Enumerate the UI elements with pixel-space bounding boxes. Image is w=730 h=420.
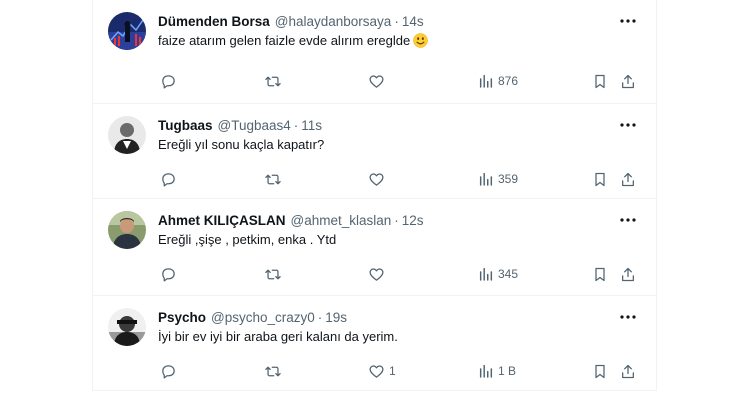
like-button[interactable]	[368, 170, 389, 188]
tweet-text: Ereğli ,şişe , petkim, enka . Ytd	[158, 232, 337, 247]
tweet-text: İyi bir ev iyi bir araba geri kalanı da …	[158, 329, 398, 344]
reply-button[interactable]	[160, 265, 181, 283]
share-icon	[622, 364, 634, 378]
like-icon	[369, 267, 384, 281]
bookmark-icon	[595, 172, 605, 186]
reply-icon	[162, 364, 175, 379]
retweet-icon	[265, 269, 281, 279]
share-button[interactable]	[620, 170, 636, 188]
view-count: 876	[498, 74, 519, 88]
views-icon	[479, 364, 493, 378]
share-button[interactable]	[620, 72, 636, 90]
author-name[interactable]: Tugbaas	[158, 118, 213, 133]
author-name[interactable]: Psycho	[158, 310, 206, 325]
timestamp[interactable]: 12s	[402, 213, 424, 228]
tweet[interactable]: Tugbaas @Tugbaas4 · 11s Ereğli yıl sonu …	[93, 104, 656, 199]
more-dots-icon[interactable]	[618, 116, 638, 134]
tweet[interactable]: Psycho @psycho_crazy0 · 19s İyi bir ev i…	[93, 296, 656, 390]
tweet-header: Psycho @psycho_crazy0 · 19s	[158, 308, 347, 326]
tweet-text: faize atarım gelen faizle evde alırım er…	[158, 33, 428, 48]
tweet-actions: 345	[158, 265, 642, 283]
retweet-button[interactable]	[264, 170, 286, 188]
view-count: 345	[498, 267, 519, 281]
views-icon	[479, 172, 493, 186]
author-handle[interactable]: @psycho_crazy0	[211, 310, 315, 325]
like-button[interactable]	[368, 265, 389, 283]
views-button[interactable]: 345	[478, 265, 518, 283]
views-icon	[479, 74, 493, 88]
separator-dot: ·	[293, 117, 299, 133]
avatar[interactable]	[108, 211, 146, 249]
author-name[interactable]: Ahmet KILIÇASLAN	[158, 213, 286, 228]
smiling-face-emoji-icon	[413, 33, 428, 48]
tweet-header: Tugbaas @Tugbaas4 · 11s	[158, 116, 322, 134]
retweet-button[interactable]	[264, 362, 286, 380]
avatar[interactable]	[108, 116, 146, 154]
retweet-icon	[265, 366, 281, 376]
retweet-icon	[265, 174, 281, 184]
tweet-actions: 876	[158, 72, 642, 90]
timestamp[interactable]: 14s	[402, 14, 424, 29]
retweet-button[interactable]	[264, 265, 286, 283]
author-handle[interactable]: @Tugbaas4	[218, 118, 291, 133]
share-button[interactable]	[620, 362, 636, 380]
bookmark-icon	[595, 267, 605, 281]
share-icon	[622, 267, 634, 281]
share-button[interactable]	[620, 265, 636, 283]
author-handle[interactable]: @ahmet_klaslan	[291, 213, 392, 228]
retweet-icon	[265, 76, 281, 86]
retweet-button[interactable]	[264, 72, 286, 90]
separator-dot: ·	[394, 212, 399, 228]
views-button[interactable]: 876	[478, 72, 518, 90]
views-button[interactable]: 1 B	[478, 362, 516, 380]
avatar[interactable]	[108, 12, 146, 50]
like-button[interactable]	[368, 72, 389, 90]
like-icon	[369, 172, 384, 186]
reply-button[interactable]	[160, 72, 181, 90]
bookmark-button[interactable]	[592, 72, 608, 90]
share-icon	[622, 172, 634, 186]
views-button[interactable]: 359	[478, 170, 518, 188]
tweet-feed: Dümenden Borsa @halaydanborsaya · 14s fa…	[92, 0, 657, 391]
author-handle[interactable]: @halaydanborsaya	[275, 14, 392, 29]
tweet[interactable]: Ahmet KILIÇASLAN @ahmet_klaslan · 12s Er…	[93, 199, 656, 296]
reply-icon	[162, 267, 175, 282]
tweet-header: Ahmet KILIÇASLAN @ahmet_klaslan · 12s	[158, 211, 424, 229]
tweet-actions: 359	[158, 170, 642, 188]
tweet-actions: 1 1 B	[158, 362, 642, 380]
separator-dot: ·	[394, 13, 399, 29]
bookmark-button[interactable]	[592, 265, 608, 283]
tweet-header: Dümenden Borsa @halaydanborsaya · 14s	[158, 12, 424, 30]
bookmark-icon	[595, 74, 605, 88]
view-count: 1 B	[498, 364, 517, 378]
views-icon	[479, 267, 493, 281]
reply-icon	[162, 74, 175, 89]
tweet-text: Ereğli yıl sonu kaçla kapatır?	[158, 137, 325, 152]
more-dots-icon[interactable]	[618, 211, 638, 229]
separator-dot: ·	[317, 309, 323, 325]
reply-icon	[162, 172, 175, 187]
view-count: 359	[498, 172, 519, 186]
like-button[interactable]: 1	[368, 362, 396, 380]
timestamp[interactable]: 11s	[301, 118, 322, 133]
bookmark-icon	[595, 364, 605, 378]
more-dots-icon[interactable]	[618, 12, 638, 30]
bookmark-button[interactable]	[592, 362, 608, 380]
timestamp[interactable]: 19s	[325, 310, 347, 325]
reply-button[interactable]	[160, 170, 181, 188]
avatar[interactable]	[108, 308, 146, 346]
reply-button[interactable]	[160, 362, 181, 380]
bookmark-button[interactable]	[592, 170, 608, 188]
tweet[interactable]: Dümenden Borsa @halaydanborsaya · 14s fa…	[93, 0, 656, 104]
like-count: 1	[389, 364, 396, 378]
author-name[interactable]: Dümenden Borsa	[158, 14, 270, 29]
like-icon	[369, 74, 384, 88]
share-icon	[622, 74, 634, 88]
like-icon	[369, 364, 384, 378]
more-dots-icon[interactable]	[618, 308, 638, 326]
